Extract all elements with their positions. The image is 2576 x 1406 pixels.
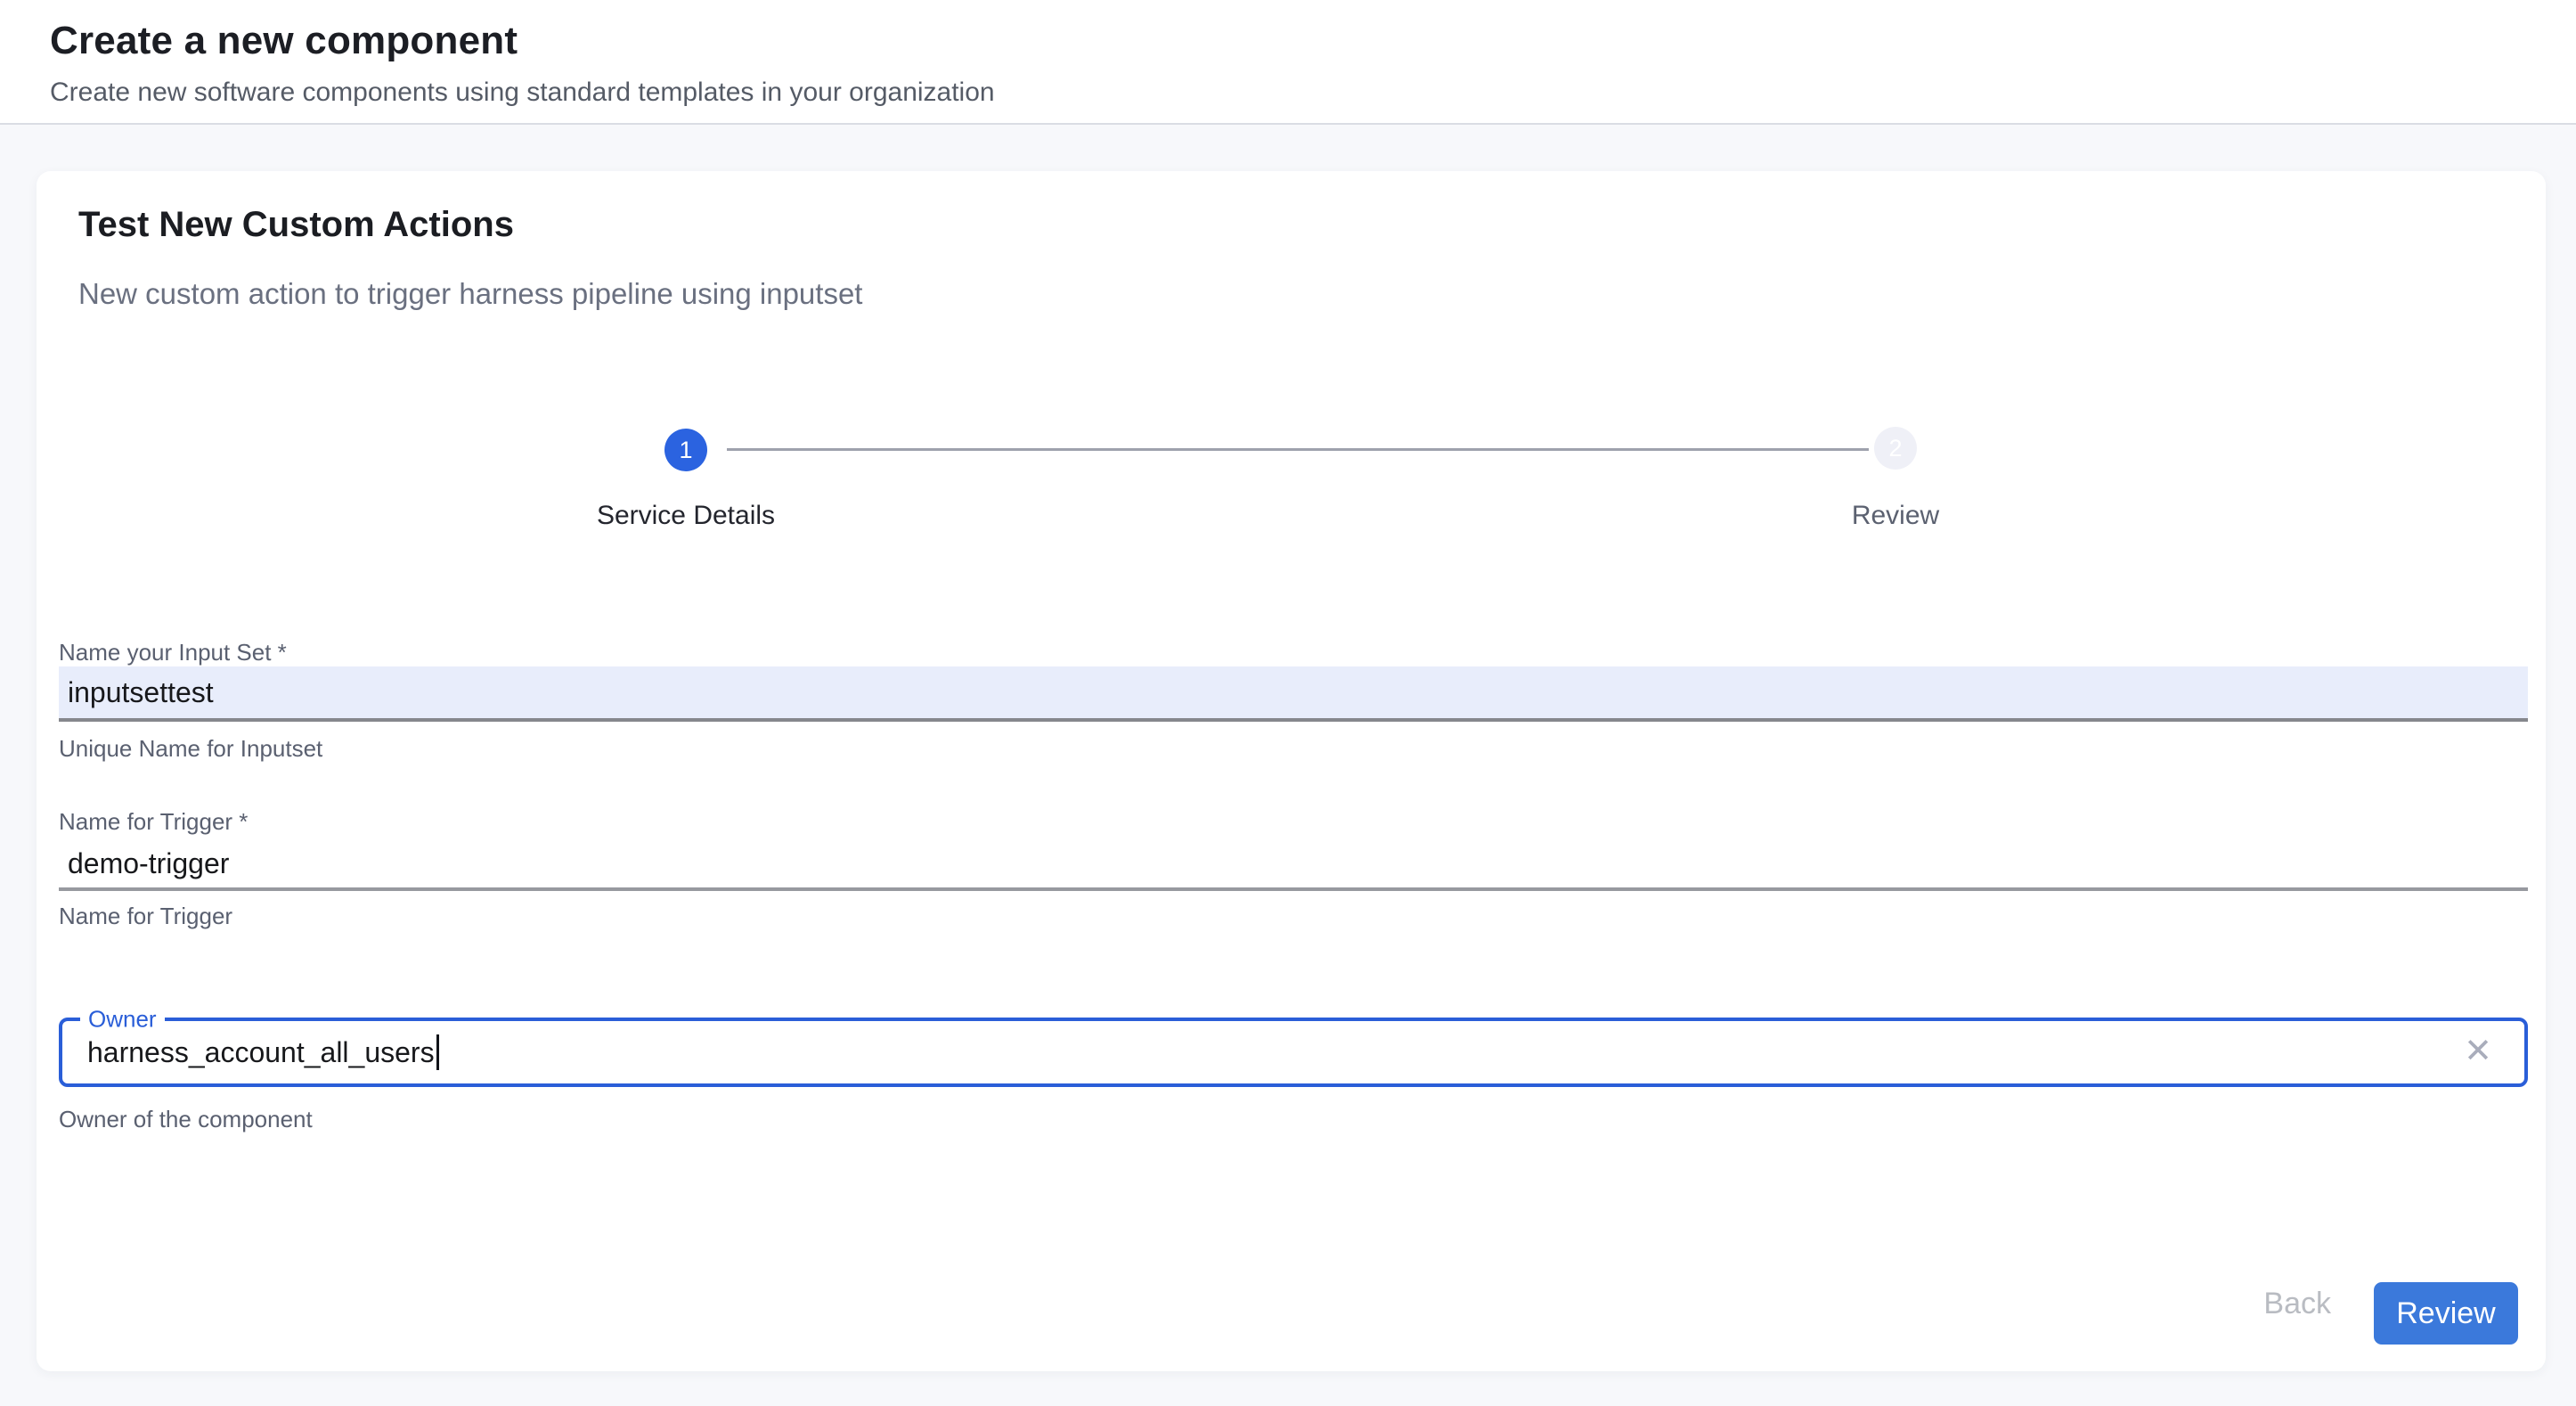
clear-icon[interactable]: ✕	[2464, 1034, 2492, 1068]
wizard-description: New custom action to trigger harness pip…	[78, 276, 862, 312]
stepper-connector	[727, 448, 1869, 451]
step-1-number: 1	[679, 437, 692, 464]
text-caret	[436, 1034, 439, 1070]
trigger-helper: Name for Trigger	[59, 902, 232, 930]
step-2-label: Review	[1717, 499, 2074, 533]
step-2-number: 2	[1888, 435, 1902, 462]
owner-label: Owner	[80, 1006, 165, 1033]
owner-helper: Owner of the component	[59, 1105, 313, 1133]
page-header: Create a new component Create new softwa…	[0, 0, 2576, 125]
trigger-value: demo-trigger	[68, 847, 229, 880]
review-button[interactable]: Review	[2374, 1282, 2518, 1345]
input-set-field[interactable]: inputsettest	[59, 666, 2528, 722]
step-1-indicator[interactable]: 1	[664, 429, 707, 471]
owner-field[interactable]: Owner harness_account_all_users ✕	[59, 1018, 2528, 1087]
step-2-indicator[interactable]: 2	[1874, 427, 1917, 470]
owner-value: harness_account_all_users	[87, 1036, 435, 1069]
input-set-label: Name your Input Set *	[59, 638, 287, 666]
input-set-value: inputsettest	[68, 676, 214, 709]
input-set-helper: Unique Name for Inputset	[59, 734, 322, 763]
trigger-label: Name for Trigger *	[59, 807, 248, 836]
page-subtitle: Create new software components using sta…	[50, 77, 2576, 109]
wizard-card: Test New Custom Actions New custom actio…	[37, 171, 2546, 1371]
step-1-label: Service Details	[508, 499, 864, 533]
back-button[interactable]: Back	[2263, 1287, 2331, 1321]
wizard-title: Test New Custom Actions	[78, 203, 514, 246]
trigger-field[interactable]: demo-trigger	[59, 839, 2528, 891]
content-area: Test New Custom Actions New custom actio…	[0, 125, 2576, 1406]
page-title: Create a new component	[50, 18, 2576, 64]
